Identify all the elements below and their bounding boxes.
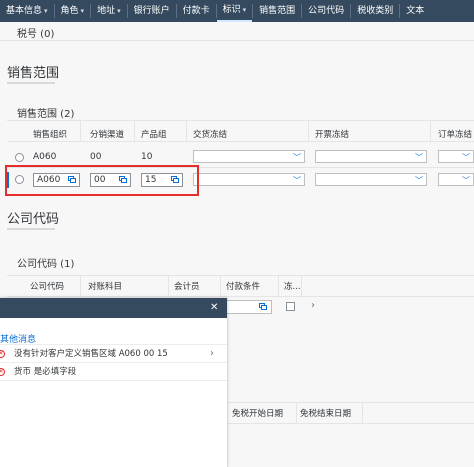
header-border <box>7 296 474 297</box>
tab-8[interactable]: 税收类别 <box>351 0 399 22</box>
col-channel: 分销渠道 <box>90 130 125 140</box>
billing-block-select[interactable]: ﹀ <box>315 150 427 163</box>
value-help-icon[interactable] <box>259 303 268 311</box>
freeze-checkbox[interactable] <box>286 302 295 311</box>
error-highlight-box <box>5 165 199 196</box>
message-item[interactable]: ✕ 没有针对客户定义销售区域 A060 00 15 › <box>0 346 227 362</box>
col-divider <box>80 121 81 141</box>
popover-header: ✕ <box>0 298 227 318</box>
chevron-down-icon: ﹀ <box>462 153 470 162</box>
error-icon: ✕ <box>0 368 5 376</box>
tab-label: 地址 <box>97 6 116 16</box>
sales-area-section-title: 销售范围 <box>7 66 60 81</box>
delivery-block-select[interactable]: ﹀ <box>193 150 305 163</box>
chevron-down-icon: ﹀ <box>415 176 423 185</box>
tab-label: 税收类别 <box>357 6 394 16</box>
message-text: 货币 是必填字段 <box>14 367 77 377</box>
tab-label: 付款卡 <box>182 6 210 16</box>
billing-block-select[interactable]: ﹀ <box>315 173 427 186</box>
company-code-section-title: 公司代码 <box>7 212 60 227</box>
col-exempt-end: 免税结束日期 <box>300 409 352 419</box>
tab-1[interactable]: 角色 ▾ <box>55 0 91 22</box>
company-code-table-title: 公司代码 (1) <box>17 259 75 270</box>
tab-5[interactable]: 标识 ▾ <box>216 0 253 22</box>
tab-0[interactable]: 基本信息 ▾ <box>0 0 54 22</box>
section-underline <box>7 228 55 230</box>
tab-label: 基本信息 <box>6 6 43 16</box>
col-divider <box>220 276 221 296</box>
cell-sales-org: A060 <box>33 152 57 162</box>
tab-7[interactable]: 公司代码 <box>302 0 350 22</box>
chevron-down-icon: ﹀ <box>415 153 423 162</box>
col-freeze: 冻... <box>284 282 301 292</box>
tab-6[interactable]: 销售范围 <box>253 0 301 22</box>
error-icon: ✕ <box>0 350 5 358</box>
chevron-right-icon[interactable]: › <box>311 300 315 311</box>
tab-3[interactable]: 银行账户 <box>128 0 176 22</box>
col-divider <box>186 121 187 141</box>
divider <box>0 362 227 363</box>
tax-number-title: 税号 (0) <box>17 29 55 40</box>
chevron-down-icon: ﹀ <box>462 176 470 185</box>
delivery-block-select[interactable]: ﹀ <box>193 173 305 186</box>
cell-division: 10 <box>141 152 153 162</box>
header-border <box>227 423 474 424</box>
order-block-select[interactable]: ﹀ <box>438 173 474 186</box>
col-divider <box>296 403 297 423</box>
chevron-down-icon[interactable]: ▾ <box>44 0 48 22</box>
col-divider <box>301 276 302 296</box>
col-order-block: 订单冻结 <box>438 130 473 140</box>
table-top-border <box>7 275 474 276</box>
col-delivery-block: 交货冻结 <box>193 130 228 140</box>
tab-2[interactable]: 地址 ▾ <box>91 0 127 22</box>
tab-label: 银行账户 <box>133 6 170 16</box>
close-icon[interactable]: ✕ <box>210 302 218 313</box>
cell-channel: 00 <box>90 152 102 162</box>
col-billing-block: 开票冻结 <box>315 130 350 140</box>
table-top-border <box>7 120 474 121</box>
col-division: 产品组 <box>141 130 167 140</box>
tab-4[interactable]: 付款卡 <box>177 0 216 22</box>
chevron-down-icon[interactable]: ▾ <box>81 0 85 22</box>
col-divider <box>134 121 135 141</box>
tab-label: 文本 <box>406 6 425 16</box>
col-divider <box>430 121 431 141</box>
col-divider <box>278 276 279 296</box>
message-item[interactable]: ✕ 货币 是必填字段 <box>0 364 227 380</box>
tab-label: 公司代码 <box>308 6 345 16</box>
col-divider <box>308 121 309 141</box>
divider <box>0 40 474 41</box>
col-exempt-start: 免税开始日期 <box>232 409 284 419</box>
col-divider <box>362 403 363 423</box>
col-accountant: 会计员 <box>174 282 200 292</box>
col-divider <box>168 276 169 296</box>
section-underline <box>7 82 55 84</box>
col-company-code: 公司代码 <box>30 282 65 292</box>
tab-9[interactable]: 文本 <box>400 0 430 22</box>
col-recon-account: 对账科目 <box>88 282 123 292</box>
col-payment-terms: 付款条件 <box>226 282 261 292</box>
chevron-down-icon[interactable]: ▾ <box>117 0 121 22</box>
row-select-radio[interactable] <box>15 153 24 162</box>
tab-label: 销售范围 <box>259 6 296 16</box>
tab-label: 标识 <box>222 5 241 15</box>
sales-area-table-title: 销售范围 (2) <box>17 109 75 120</box>
divider <box>0 380 227 381</box>
message-popover: ✕ 其他消息 ✕ 没有针对客户定义销售区域 A060 00 15 › ✕ 货币 … <box>0 298 227 467</box>
tab-bar: 基本信息 ▾ 角色 ▾ 地址 ▾ 银行账户 付款卡 标识 ▾ 销售范围 公司代码 税收类别 文本 <box>0 0 474 22</box>
order-block-select[interactable]: ﹀ <box>438 150 474 163</box>
chevron-right-icon[interactable]: › <box>210 346 214 362</box>
chevron-down-icon: ﹀ <box>293 153 301 162</box>
chevron-down-icon[interactable]: ▾ <box>243 0 247 21</box>
message-text: 没有针对客户定义销售区域 A060 00 15 <box>14 349 168 359</box>
chevron-down-icon: ﹀ <box>293 176 301 185</box>
divider <box>0 344 227 345</box>
col-divider <box>80 276 81 296</box>
col-sales-org: 销售组织 <box>33 130 68 140</box>
header-border <box>7 141 474 142</box>
tab-label: 角色 <box>60 6 79 16</box>
table-top-border <box>227 402 474 403</box>
